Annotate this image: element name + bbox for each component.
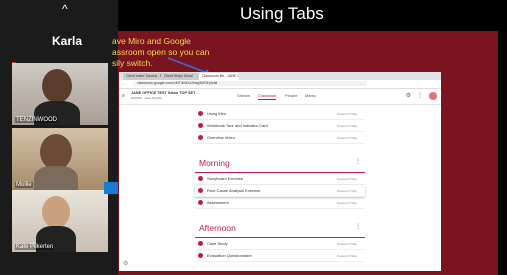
tab-bar: Client Index Tutorial - Miro Client Step… xyxy=(119,72,441,80)
browser-tab[interactable]: Client Steps Mural xyxy=(161,73,201,80)
assignment-icon xyxy=(198,123,203,128)
share-indicator-icon xyxy=(104,182,118,194)
topic-title: Morning xyxy=(199,158,230,168)
settings-icon[interactable]: ⚙ xyxy=(406,92,411,99)
participant-tile[interactable]: TENZINWOOD xyxy=(12,63,108,125)
tab-marks[interactable]: Marks xyxy=(305,93,316,98)
item-title: Overview Video xyxy=(207,135,235,140)
assignment-icon xyxy=(198,253,203,258)
item-date: Posted 27 May xyxy=(336,189,357,193)
item-date: Posted 27 May xyxy=(336,136,357,140)
item-date: Posted 27 May xyxy=(336,124,357,128)
slide-title: Using Tabs xyxy=(240,4,324,23)
item-title: Using Miro xyxy=(207,111,227,116)
item-title: Root Cause Analysis Exercise xyxy=(207,188,261,193)
participant-video xyxy=(40,134,72,170)
topic-title: Afternoon xyxy=(199,223,236,233)
class-title: JANE OFFICE TEST Salon TOP SET - xyxy=(131,91,198,95)
settings-icon[interactable]: ⚙ xyxy=(123,260,128,267)
participant-video xyxy=(42,69,72,103)
item-date: Posted 27 May xyxy=(336,254,357,258)
browser-tab-active[interactable]: Classroom file - JANE OFFICE xyxy=(199,73,239,80)
item-date: Posted 27 May xyxy=(336,201,357,205)
browser-window: Client Index Tutorial - Miro Client Step… xyxy=(119,72,441,271)
more-options-icon[interactable]: ⋮ xyxy=(355,158,361,165)
tab-people[interactable]: People xyxy=(285,93,297,98)
participant-name: Mollie xyxy=(15,182,33,188)
item-title: Assessment xyxy=(207,200,229,205)
assignment-icon xyxy=(198,200,203,205)
list-item[interactable]: Workbook Tour and Indicator Card Posted … xyxy=(195,120,365,132)
class-subtitle: 2019/20 - Jane Smythe xyxy=(131,96,163,100)
topic-header: Afternoon ⋮ xyxy=(195,217,365,238)
apps-icon[interactable]: ⋮ xyxy=(417,92,423,99)
participant-name: Kate Pilkerten xyxy=(15,244,55,250)
item-date: Posted 27 May xyxy=(336,112,357,116)
list-item[interactable]: Assessment Posted 27 May xyxy=(195,197,365,209)
assignment-icon xyxy=(198,111,203,116)
participant-video xyxy=(42,196,70,228)
browser-tab[interactable]: Client Index Tutorial - Miro xyxy=(123,73,163,80)
list-item[interactable]: Overview Video Posted 27 May xyxy=(195,132,365,144)
more-options-icon[interactable]: ⋮ xyxy=(355,223,361,230)
assignment-icon xyxy=(198,135,203,140)
item-title: Evaluation Questionnaire xyxy=(207,253,252,258)
item-title: Workbook Tour and Indicator Card xyxy=(207,123,268,128)
assignment-icon xyxy=(198,241,203,246)
list-item[interactable]: Storyboard Exercise Posted 27 May xyxy=(195,173,365,185)
participant-name: TENZINWOOD xyxy=(15,117,58,123)
tab-classwork[interactable]: Classwork xyxy=(258,93,277,100)
item-date: Posted 27 May xyxy=(336,242,357,246)
avatar[interactable] xyxy=(429,92,437,100)
item-title: Case Study xyxy=(207,241,228,246)
menu-icon[interactable]: ≡ xyxy=(122,93,125,99)
assignment-icon xyxy=(198,176,203,181)
presenter-name: Karla xyxy=(52,34,83,48)
address-bar: ← classroom.google.com/c/MTIzNDU2Nzg5MDE… xyxy=(119,80,441,89)
participant-body xyxy=(34,166,78,190)
topic-header: Morning ⋮ xyxy=(195,152,365,173)
list-item[interactable]: Root Cause Analysis Exercise Posted 27 M… xyxy=(195,185,365,197)
item-title: Storyboard Exercise xyxy=(207,176,244,181)
participant-tile[interactable]: Kate Pilkerten xyxy=(12,190,108,252)
list-item[interactable]: Using Miro Posted 27 May xyxy=(195,108,365,120)
tab-stream[interactable]: Stream xyxy=(237,93,250,98)
class-header: ≡ JANE OFFICE TEST Salon TOP SET - 2019/… xyxy=(119,89,441,105)
assignment-icon xyxy=(198,188,203,193)
item-date: Posted 27 May xyxy=(336,177,357,181)
classwork-list: Using Miro Posted 27 May Workbook Tour a… xyxy=(195,108,365,262)
chevron-up-icon[interactable]: ^ xyxy=(62,2,68,16)
back-icon[interactable]: ← xyxy=(122,81,126,86)
url-field[interactable]: classroom.google.com/c/MTIzNDU2Nzg5MDEy/… xyxy=(133,81,367,86)
list-item[interactable]: Evaluation Questionnaire Posted 27 May xyxy=(195,250,365,262)
list-item[interactable]: Case Study Posted 27 May xyxy=(195,238,365,250)
participant-tile[interactable]: Mollie xyxy=(12,128,108,190)
